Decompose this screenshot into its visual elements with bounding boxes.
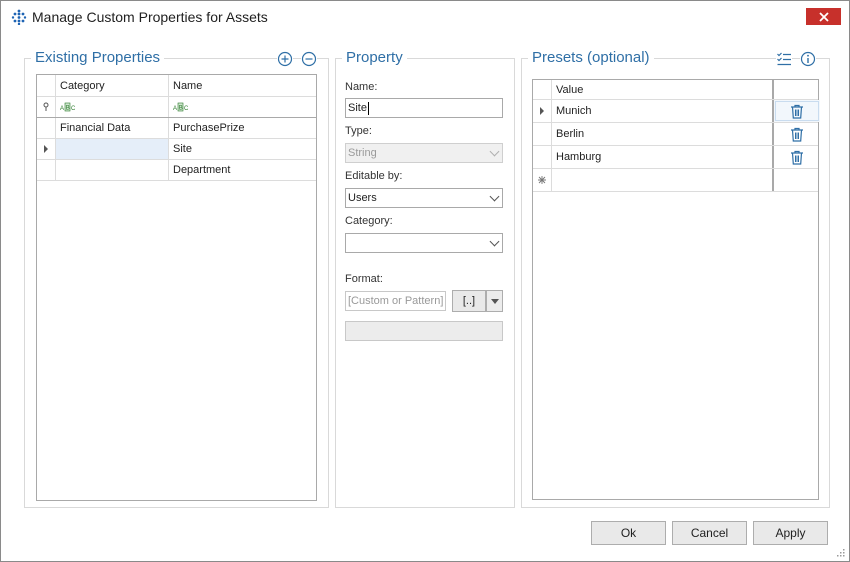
app-icon bbox=[11, 9, 27, 25]
presets-group: Presets (optional) Value Munich Berlin H… bbox=[521, 49, 830, 508]
svg-text:B: B bbox=[179, 106, 183, 112]
property-group: Property Name: Site Type: String Editabl… bbox=[335, 49, 515, 508]
add-property-icon[interactable] bbox=[277, 51, 293, 67]
preset-value-cell[interactable]: Berlin bbox=[552, 123, 774, 145]
svg-text:A: A bbox=[173, 106, 177, 112]
table-row[interactable]: Site bbox=[37, 139, 316, 160]
row-indicator-icon bbox=[533, 100, 552, 122]
info-icon[interactable] bbox=[800, 51, 816, 67]
new-row-icon bbox=[533, 169, 552, 191]
new-row[interactable] bbox=[533, 169, 818, 192]
format-label: Format: bbox=[345, 273, 383, 285]
existing-properties-grid: Category Name A B C A B C Financial Data… bbox=[36, 74, 317, 501]
svg-text:A: A bbox=[60, 106, 64, 112]
remove-property-icon[interactable] bbox=[301, 51, 317, 67]
existing-properties-title: Existing Properties bbox=[31, 49, 165, 66]
preset-value-cell[interactable]: Munich bbox=[552, 100, 774, 122]
svg-text:C: C bbox=[184, 106, 189, 112]
window-title: Manage Custom Properties for Assets bbox=[32, 9, 268, 25]
checklist-icon[interactable] bbox=[776, 51, 792, 67]
ok-button[interactable]: Ok bbox=[591, 521, 666, 545]
svg-text:C: C bbox=[71, 106, 76, 112]
category-filter-cell[interactable]: A B C bbox=[56, 97, 169, 117]
trash-icon bbox=[791, 150, 803, 165]
name-cell[interactable]: Department bbox=[169, 160, 318, 180]
name-filter-cell[interactable]: A B C bbox=[169, 97, 318, 117]
filter-icon bbox=[37, 97, 56, 117]
category-cell[interactable] bbox=[56, 160, 169, 180]
delete-preset-button[interactable] bbox=[774, 146, 820, 168]
apply-button[interactable]: Apply bbox=[753, 521, 828, 545]
name-cell[interactable]: Site bbox=[169, 139, 318, 159]
chevron-down-icon bbox=[486, 144, 502, 162]
trash-icon bbox=[791, 127, 803, 142]
close-icon bbox=[818, 11, 829, 22]
filter-row: A B C A B C bbox=[37, 97, 316, 118]
list-item[interactable]: Berlin bbox=[533, 123, 818, 146]
grid-header: Value bbox=[533, 80, 818, 100]
category-label: Category: bbox=[345, 215, 393, 227]
caret-down-icon bbox=[490, 298, 499, 304]
existing-properties-group: Existing Properties Category Name A B C … bbox=[24, 49, 329, 508]
column-header-value[interactable]: Value bbox=[552, 80, 774, 99]
text-filter-icon: A B C bbox=[173, 102, 189, 112]
resize-grip-icon[interactable] bbox=[835, 547, 845, 557]
column-header-name[interactable]: Name bbox=[169, 75, 318, 96]
new-preset-value-cell[interactable] bbox=[552, 169, 774, 191]
type-select[interactable]: String bbox=[345, 143, 503, 163]
list-item[interactable]: Munich bbox=[533, 100, 820, 123]
table-row[interactable]: Financial Data PurchasePrize bbox=[37, 118, 316, 139]
chevron-down-icon bbox=[486, 234, 502, 252]
name-cell[interactable]: PurchasePrize bbox=[169, 118, 318, 138]
category-cell[interactable]: Financial Data bbox=[56, 118, 169, 138]
cancel-button[interactable]: Cancel bbox=[672, 521, 747, 545]
name-label: Name: bbox=[345, 81, 378, 93]
row-indicator-icon bbox=[37, 139, 56, 159]
format-picker-button[interactable]: [..] bbox=[452, 290, 486, 312]
presets-grid: Value Munich Berlin Hamburg bbox=[532, 79, 820, 500]
property-title: Property bbox=[342, 49, 407, 66]
title-bar: Manage Custom Properties for Assets bbox=[1, 1, 849, 32]
preset-value-cell[interactable]: Hamburg bbox=[552, 146, 774, 168]
format-dropdown-button[interactable] bbox=[486, 290, 503, 312]
format-input[interactable]: [Custom or Pattern] bbox=[345, 291, 446, 311]
chevron-down-icon bbox=[486, 189, 502, 207]
editable-by-select[interactable]: Users bbox=[345, 188, 503, 208]
delete-preset-button[interactable] bbox=[774, 100, 820, 122]
name-field[interactable]: Site bbox=[345, 98, 503, 118]
close-button[interactable] bbox=[806, 8, 841, 25]
type-label: Type: bbox=[345, 125, 372, 137]
category-cell[interactable] bbox=[56, 139, 169, 159]
svg-text:B: B bbox=[66, 106, 70, 112]
delete-preset-button[interactable] bbox=[774, 123, 820, 145]
presets-title: Presets (optional) bbox=[528, 49, 654, 66]
list-item[interactable]: Hamburg bbox=[533, 146, 818, 169]
editable-by-label: Editable by: bbox=[345, 170, 403, 182]
trash-icon bbox=[791, 104, 803, 119]
format-preview bbox=[345, 321, 503, 341]
dialog-window: Manage Custom Properties for Assets Exis… bbox=[0, 0, 850, 562]
category-select[interactable] bbox=[345, 233, 503, 253]
text-filter-icon: A B C bbox=[60, 102, 76, 112]
table-row[interactable]: Department bbox=[37, 160, 316, 181]
grid-header: Category Name bbox=[37, 75, 316, 97]
column-header-category[interactable]: Category bbox=[56, 75, 169, 96]
